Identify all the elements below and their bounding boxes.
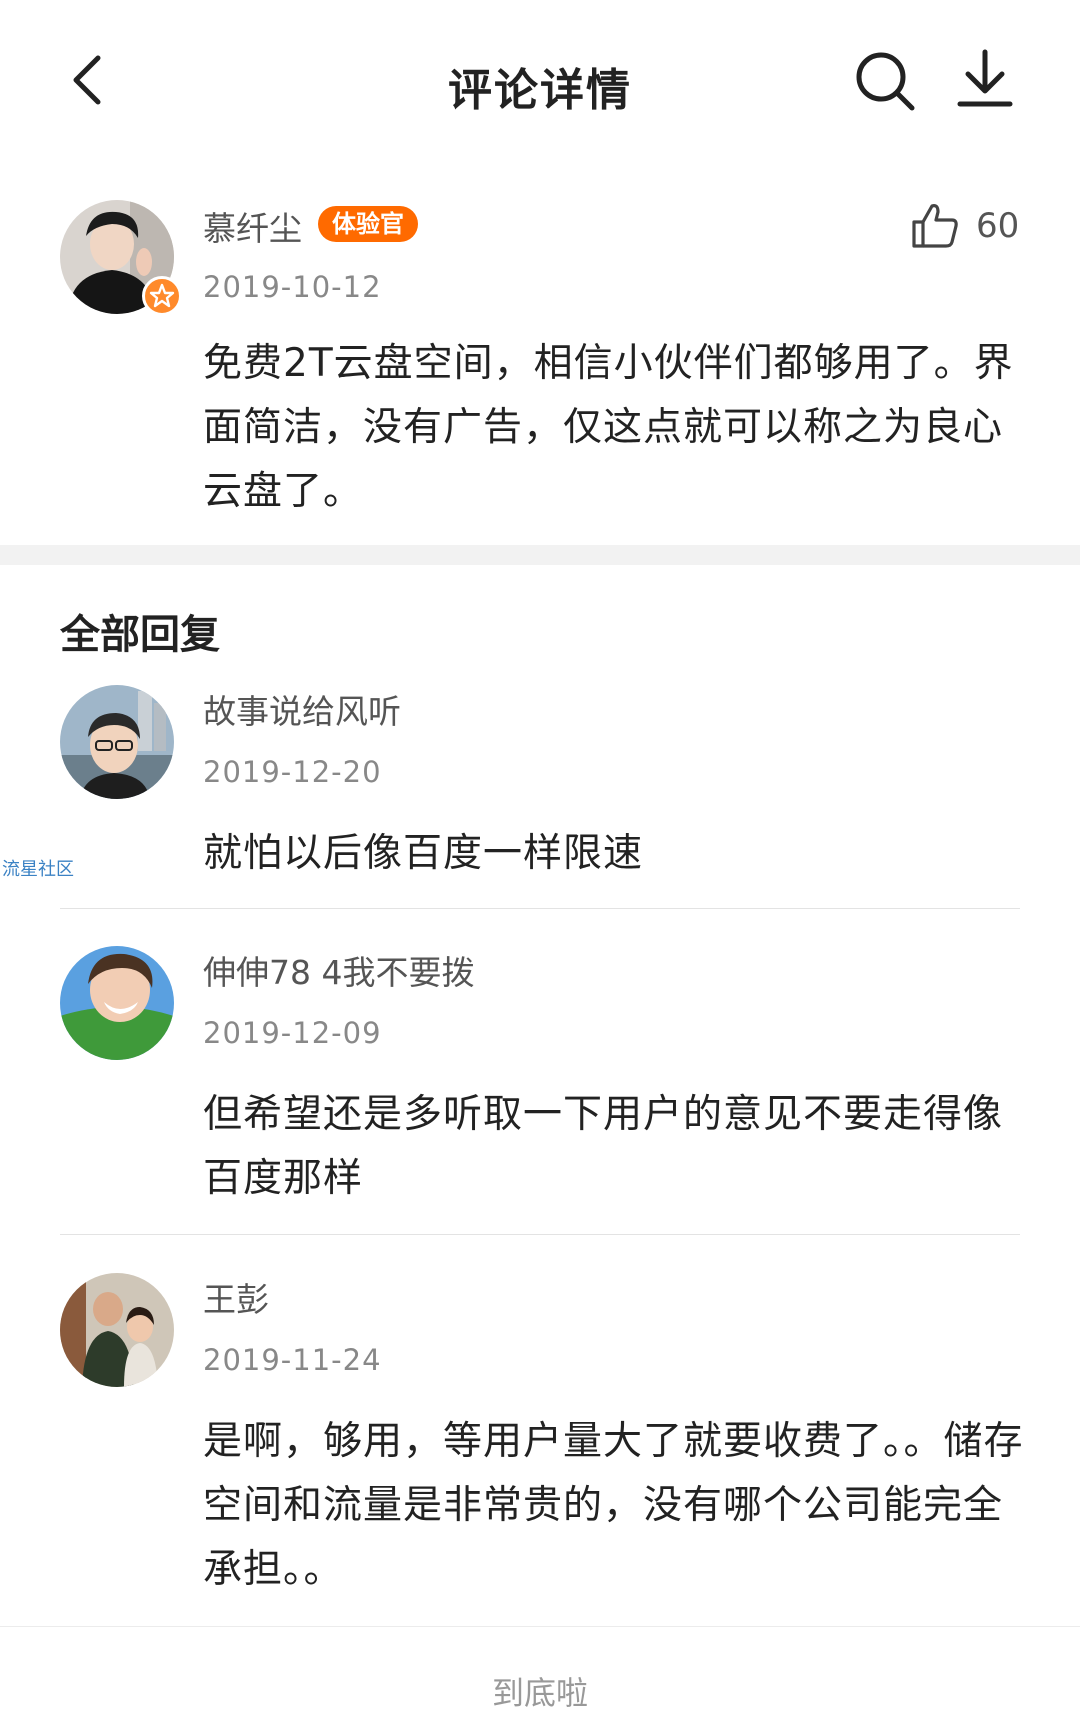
reply-text: 是啊，够用，等用户量大了就要收费了。。储存空间和流量是非常贵的，没有哪个公司能完… bbox=[203, 1419, 1024, 1592]
reply-item: 故事说给风听 2019-12-20 就怕以后像百度一样限速 bbox=[0, 685, 1080, 910]
search-icon bbox=[856, 52, 915, 111]
username[interactable]: 故事说给风听 bbox=[203, 685, 401, 733]
reply-item: 伸伸78 4我不要拨 2019-12-09 但希望还是多听取一下用户的意见不要走… bbox=[0, 946, 1080, 1236]
download-icon bbox=[957, 49, 1013, 107]
avatar[interactable] bbox=[60, 946, 174, 1060]
role-badge: 体验官 bbox=[318, 206, 418, 242]
download-button[interactable] bbox=[954, 46, 1016, 112]
comment-date: 2019-10-12 bbox=[203, 270, 382, 304]
reply-date: 2019-12-20 bbox=[203, 755, 382, 789]
chevron-left-icon bbox=[73, 55, 101, 105]
replies-section-title: 全部回复 bbox=[60, 612, 220, 658]
thumbs-up-icon bbox=[912, 204, 958, 248]
search-button[interactable] bbox=[852, 48, 918, 114]
main-comment: 慕纤尘 体验官 2019-10-12 60 免费2T云盘空间，相信小伙伴们都够用… bbox=[0, 160, 1080, 545]
row-divider bbox=[60, 908, 1020, 909]
row-divider bbox=[60, 1234, 1020, 1235]
reply-date: 2019-11-24 bbox=[203, 1343, 382, 1377]
reply-text: 就怕以后像百度一样限速 bbox=[203, 831, 644, 876]
vip-star-icon bbox=[142, 276, 182, 316]
footer-divider bbox=[0, 1626, 1080, 1627]
username[interactable]: 慕纤尘 bbox=[203, 202, 302, 250]
username[interactable]: 王彭 bbox=[203, 1273, 269, 1321]
avatar[interactable] bbox=[60, 1273, 174, 1387]
username[interactable]: 伸伸78 4我不要拨 bbox=[203, 946, 474, 994]
end-of-list-text: 到底啦 bbox=[491, 1674, 588, 1712]
avatar[interactable] bbox=[60, 685, 174, 799]
page-title: 评论详情 bbox=[448, 65, 632, 116]
like-count: 60 bbox=[976, 206, 1020, 246]
top-bar: 评论详情 bbox=[0, 0, 1080, 160]
reply-date: 2019-12-09 bbox=[203, 1016, 382, 1050]
like-button[interactable]: 60 bbox=[910, 202, 1022, 252]
back-button[interactable] bbox=[60, 50, 120, 110]
reply-item: 王彭 2019-11-24 是啊，够用，等用户量大了就要收费了。。储存空间和流量… bbox=[0, 1273, 1080, 1613]
section-divider bbox=[0, 545, 1080, 565]
reply-text: 但希望还是多听取一下用户的意见不要走得像百度那样 bbox=[203, 1092, 1004, 1201]
main-comment-avatar[interactable] bbox=[60, 200, 184, 324]
comment-text: 免费2T云盘空间，相信小伙伴们都够用了。界面简洁，没有广告，仅这点就可以称之为良… bbox=[203, 341, 1014, 514]
